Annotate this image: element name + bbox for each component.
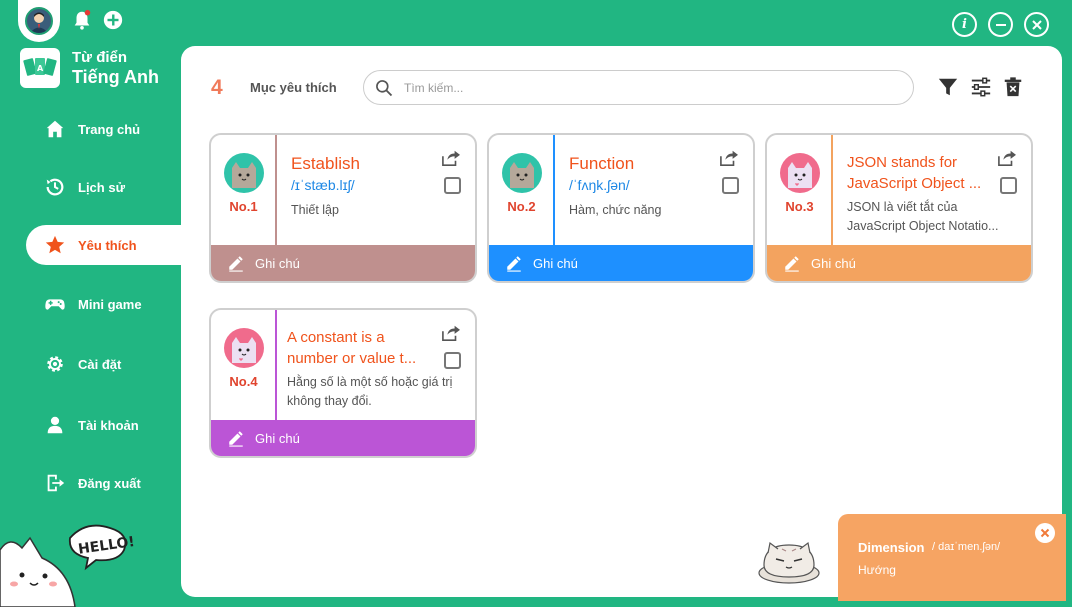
cat-avatar-icon [223, 328, 264, 368]
popup-cat-illustration [758, 541, 820, 584]
sidebar-item-settings[interactable]: Cài đặt [26, 344, 181, 384]
card-meaning: Hằng số là một số hoặc giá trị không tha… [287, 375, 453, 408]
card-meaning: Hàm, chức năng [569, 203, 662, 217]
avatar[interactable] [18, 0, 60, 42]
pencil-icon [229, 256, 243, 272]
sidebar-item-label: Mini game [78, 296, 142, 312]
share-icon[interactable] [441, 324, 461, 342]
note-button[interactable]: Ghi chú [211, 420, 475, 456]
close-icon [1040, 528, 1050, 538]
sidebar-item-label: Trang chủ [78, 121, 141, 137]
sidebar-item-home[interactable]: Trang chủ [26, 109, 181, 149]
sidebar-item-label: Yêu thích [78, 237, 137, 253]
page-title: Mục yêu thích [250, 80, 337, 95]
sidebar-item-favorites[interactable]: Yêu thích [26, 225, 186, 265]
user-icon [47, 416, 63, 434]
search-icon [376, 79, 393, 96]
sidebar-item-minigame[interactable]: Mini game [26, 284, 181, 324]
popup-pronunciation: / daɪˈmen.ʃən/ [932, 541, 1001, 553]
note-button[interactable]: Ghi chú [211, 245, 475, 281]
history-icon [46, 178, 64, 196]
sidebar-item-label: Tài khoản [78, 417, 139, 433]
note-label: Ghi chú [255, 430, 300, 446]
favorite-card[interactable]: No.2 Function /ˈfʌŋk.ʃən/ Hàm, chức năng… [487, 133, 755, 283]
pencil-icon [229, 431, 243, 447]
brand: A Từ điển Tiếng Anh [20, 48, 159, 88]
favorites-count: 4 [211, 76, 223, 99]
favorite-card[interactable]: No.1 Establish /ɪˈstæb.lɪʃ/ Thiết lập Gh… [209, 133, 477, 283]
sidebar-item-label: Cài đặt [78, 356, 122, 372]
star-icon [45, 235, 65, 254]
card-number: No.1 [229, 199, 258, 214]
title-bar: i [0, 0, 1072, 44]
favorite-card[interactable]: No.4 A constant is a number or value t..… [209, 308, 477, 458]
sliders-icon[interactable] [970, 76, 992, 98]
trash-icon[interactable] [1002, 76, 1024, 98]
share-icon[interactable] [441, 149, 461, 167]
search-input[interactable] [404, 80, 884, 95]
cat-avatar-icon [223, 153, 264, 193]
info-button[interactable]: i [952, 12, 977, 37]
close-button[interactable] [1024, 12, 1049, 37]
info-icon: i [962, 17, 967, 32]
close-icon [1031, 19, 1042, 30]
brand-line2: Tiếng Anh [72, 66, 159, 87]
cat-avatar-icon [779, 153, 820, 193]
svg-text:A: A [37, 64, 44, 73]
cat-avatar-icon [501, 153, 542, 193]
hello-cat-illustration: HELLO! [0, 524, 136, 607]
brand-line1: Từ điển [72, 48, 128, 66]
note-label: Ghi chú [533, 255, 578, 271]
gamepad-icon [45, 299, 65, 310]
popup-close-button[interactable] [1035, 523, 1055, 543]
logout-icon [47, 474, 65, 492]
home-icon [46, 120, 64, 138]
favorite-card[interactable]: No.3 JSON stands for JavaScript Object .… [765, 133, 1033, 283]
card-word: Establish [291, 154, 360, 173]
popup-word: Dimension [858, 540, 925, 555]
user-avatar-icon [25, 7, 53, 35]
card-word: A constant is a number or value t... [287, 329, 417, 367]
search-box[interactable] [363, 70, 914, 105]
sidebar-item-account[interactable]: Tài khoản [26, 405, 181, 445]
card-word: Function [569, 154, 635, 173]
card-number: No.3 [785, 199, 814, 214]
sidebar-item-label: Lịch sử [78, 179, 125, 195]
minimize-icon [995, 23, 1006, 26]
share-icon[interactable] [997, 149, 1017, 167]
note-button[interactable]: Ghi chú [767, 245, 1031, 281]
share-icon[interactable] [719, 149, 739, 167]
note-label: Ghi chú [255, 255, 300, 271]
select-checkbox[interactable] [722, 177, 739, 194]
popup-meaning: Hướng [858, 563, 896, 577]
card-number: No.4 [229, 374, 258, 389]
select-checkbox[interactable] [1000, 177, 1017, 194]
sidebar-item-logout[interactable]: Đăng xuất [26, 463, 181, 503]
pencil-icon [785, 256, 799, 272]
card-number: No.2 [507, 199, 536, 214]
note-label: Ghi chú [811, 255, 856, 271]
word-notification: Dimension / daɪˈmen.ʃən/ Hướng [838, 514, 1066, 601]
card-meaning: JSON là viết tắt của JavaScript Object N… [847, 200, 999, 233]
card-word: JSON stands for JavaScript Object ... [847, 154, 982, 192]
gear-icon [47, 356, 63, 372]
card-meaning: Thiết lập [291, 203, 339, 217]
minimize-button[interactable] [988, 12, 1013, 37]
filter-icon[interactable] [937, 76, 959, 98]
pencil-icon [507, 256, 521, 272]
sidebar-item-label: Đăng xuất [78, 475, 141, 491]
bell-icon[interactable] [71, 9, 93, 31]
card-pronunciation: /ˈfʌŋk.ʃən/ [569, 177, 630, 193]
card-pronunciation: /ɪˈstæb.lɪʃ/ [291, 177, 355, 193]
note-button[interactable]: Ghi chú [489, 245, 753, 281]
sidebar-item-history[interactable]: Lịch sử [26, 167, 181, 207]
add-icon[interactable] [102, 9, 124, 31]
select-checkbox[interactable] [444, 177, 461, 194]
select-checkbox[interactable] [444, 352, 461, 369]
app-logo: A [20, 48, 60, 88]
